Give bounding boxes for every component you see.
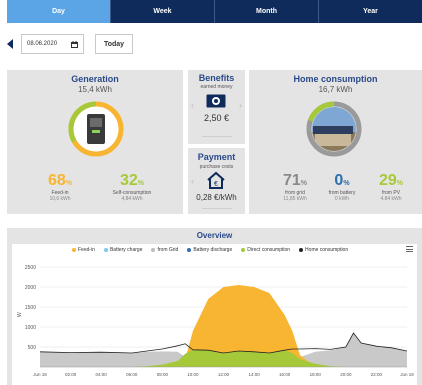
feed-in-kwh: 10,6 kWh xyxy=(49,196,71,202)
y-tick-label: 1500 xyxy=(25,305,36,311)
from-pv-percent: 29 xyxy=(378,172,397,189)
calendar-icon[interactable] xyxy=(71,40,78,48)
payment-pager xyxy=(202,208,232,209)
x-tick-label: 22:00 xyxy=(371,372,383,377)
x-tick-label: 08:00 xyxy=(157,372,169,377)
x-tick-label: 16:00 xyxy=(279,372,291,377)
self-consumption-stat: 32% Self-consumption 4,84 kWh xyxy=(102,172,162,202)
x-tick-label: 12:00 xyxy=(218,372,230,377)
date-value: 08.06.2020 xyxy=(27,41,58,47)
overview-chart: Feed-in Battery charge from Grid Battery… xyxy=(12,244,417,385)
from-grid-stat: 71% from grid 11,85 kWh xyxy=(275,172,315,202)
tab-month[interactable]: Month xyxy=(215,0,319,23)
legend-from-grid[interactable]: from Grid xyxy=(151,247,178,253)
money-icon xyxy=(206,94,226,108)
benefits-title: Benefits xyxy=(198,73,235,83)
date-field[interactable]: 08.06.2020 xyxy=(21,34,84,54)
payment-value: 0,28 €/kWh xyxy=(196,193,237,202)
y-tick-label: 500 xyxy=(28,345,37,351)
x-tick-label: 10:00 xyxy=(187,372,199,377)
home-consumption-panel: Home consumption 16,7 kWh 71% from grid … xyxy=(249,70,422,214)
today-button[interactable]: Today xyxy=(95,34,133,54)
from-battery-kwh: 0 kWh xyxy=(334,196,350,202)
x-tick-label: 20:00 xyxy=(340,372,352,377)
from-grid-percent-unit: % xyxy=(300,180,308,187)
x-tick-label: 18:00 xyxy=(310,372,322,377)
self-consumption-percent: 32 xyxy=(119,172,138,189)
self-consumption-kwh: 4,84 kWh xyxy=(121,196,143,202)
overview-panel: Overview Feed-in Battery charge from Gri… xyxy=(7,228,422,385)
generation-donut xyxy=(68,101,124,157)
payment-subtitle: purchase costs xyxy=(199,164,234,170)
house-photo-icon xyxy=(312,107,356,151)
y-tick-label: 2500 xyxy=(25,265,36,271)
generation-panel: Generation 15,4 kWh 68% Feed-in 10,6 kWh… xyxy=(7,70,183,214)
from-pv-kwh: 4,84 kWh xyxy=(380,196,402,202)
from-pv-percent-unit: % xyxy=(396,180,404,187)
svg-text:€: € xyxy=(214,181,218,188)
previous-day-arrow-icon[interactable] xyxy=(7,39,13,49)
benefits-next-icon[interactable]: › xyxy=(239,100,242,110)
from-battery-percent-unit: % xyxy=(343,180,350,187)
benefits-subtitle: earned money xyxy=(200,84,233,90)
date-bar: 08.06.2020 Today xyxy=(7,33,133,55)
tab-day[interactable]: Day xyxy=(7,0,111,23)
period-tabs: Day Week Month Year xyxy=(7,0,422,23)
self-consumption-percent-unit: % xyxy=(137,180,145,187)
y-tick-label: 1000 xyxy=(25,325,36,331)
payment-panel: Payment purchase costs ‹ € 0,28 €/kWh xyxy=(188,148,245,214)
generation-total: 15,4 kWh xyxy=(78,85,112,94)
y-tick-label: 2000 xyxy=(25,285,36,291)
from-battery-stat: 0% from battery 0 kWh xyxy=(321,172,363,202)
from-pv-stat: 29% from PV 4,84 kWh xyxy=(371,172,411,202)
from-grid-percent: 71 xyxy=(282,172,301,189)
payment-title: Payment xyxy=(197,152,236,162)
benefits-prev-icon[interactable]: ‹ xyxy=(191,100,194,110)
benefits-panel: Benefits earned money ‹ › 2,50 € xyxy=(188,70,245,144)
x-tick-label: 04:00 xyxy=(96,372,108,377)
legend-direct-consumption[interactable]: Direct consumption xyxy=(241,247,290,253)
benefits-pager xyxy=(202,136,232,137)
payment-prev-icon[interactable]: ‹ xyxy=(191,176,194,186)
feed-in-percent-unit: % xyxy=(65,180,73,187)
benefits-value: 2,50 € xyxy=(203,113,230,123)
home-consumption-total: 16,7 kWh xyxy=(318,85,353,94)
overview-title: Overview xyxy=(196,231,233,240)
legend-feed-in[interactable]: Feed-in xyxy=(72,247,95,253)
legend-battery-discharge[interactable]: Battery discharge xyxy=(187,247,232,253)
legend-battery-charge[interactable]: Battery charge xyxy=(103,247,142,253)
home-consumption-donut xyxy=(306,101,362,157)
legend-home-consumption[interactable]: Home consumption xyxy=(299,247,348,253)
from-battery-percent: 0 xyxy=(334,172,344,189)
from-grid-kwh: 11,85 kWh xyxy=(283,196,307,202)
x-tick-label: 14:00 xyxy=(248,372,260,377)
x-tick-label: 06:00 xyxy=(126,372,138,377)
house-icon: € xyxy=(207,171,225,189)
feed-in-percent: 68 xyxy=(47,172,66,189)
y-axis-label: W xyxy=(17,312,23,317)
x-tick-label: 02:00 xyxy=(65,372,77,377)
x-tick-label: Jun 18 xyxy=(33,372,47,377)
chart-legend: Feed-in Battery charge from Grid Battery… xyxy=(72,247,357,253)
tab-week[interactable]: Week xyxy=(111,0,215,23)
x-tick-label: Jun 19 xyxy=(400,372,414,377)
tab-year[interactable]: Year xyxy=(319,0,422,23)
chart-plot: 500 1000 1500 2000 2500 W Jun 18 02:00 04:00 06:0… xyxy=(17,265,414,377)
feed-in-stat: 68% Feed-in 10,6 kWh xyxy=(35,172,85,202)
generation-title: Generation xyxy=(71,74,119,84)
chart-menu-icon[interactable] xyxy=(406,246,413,252)
home-consumption-title: Home consumption xyxy=(293,74,378,84)
